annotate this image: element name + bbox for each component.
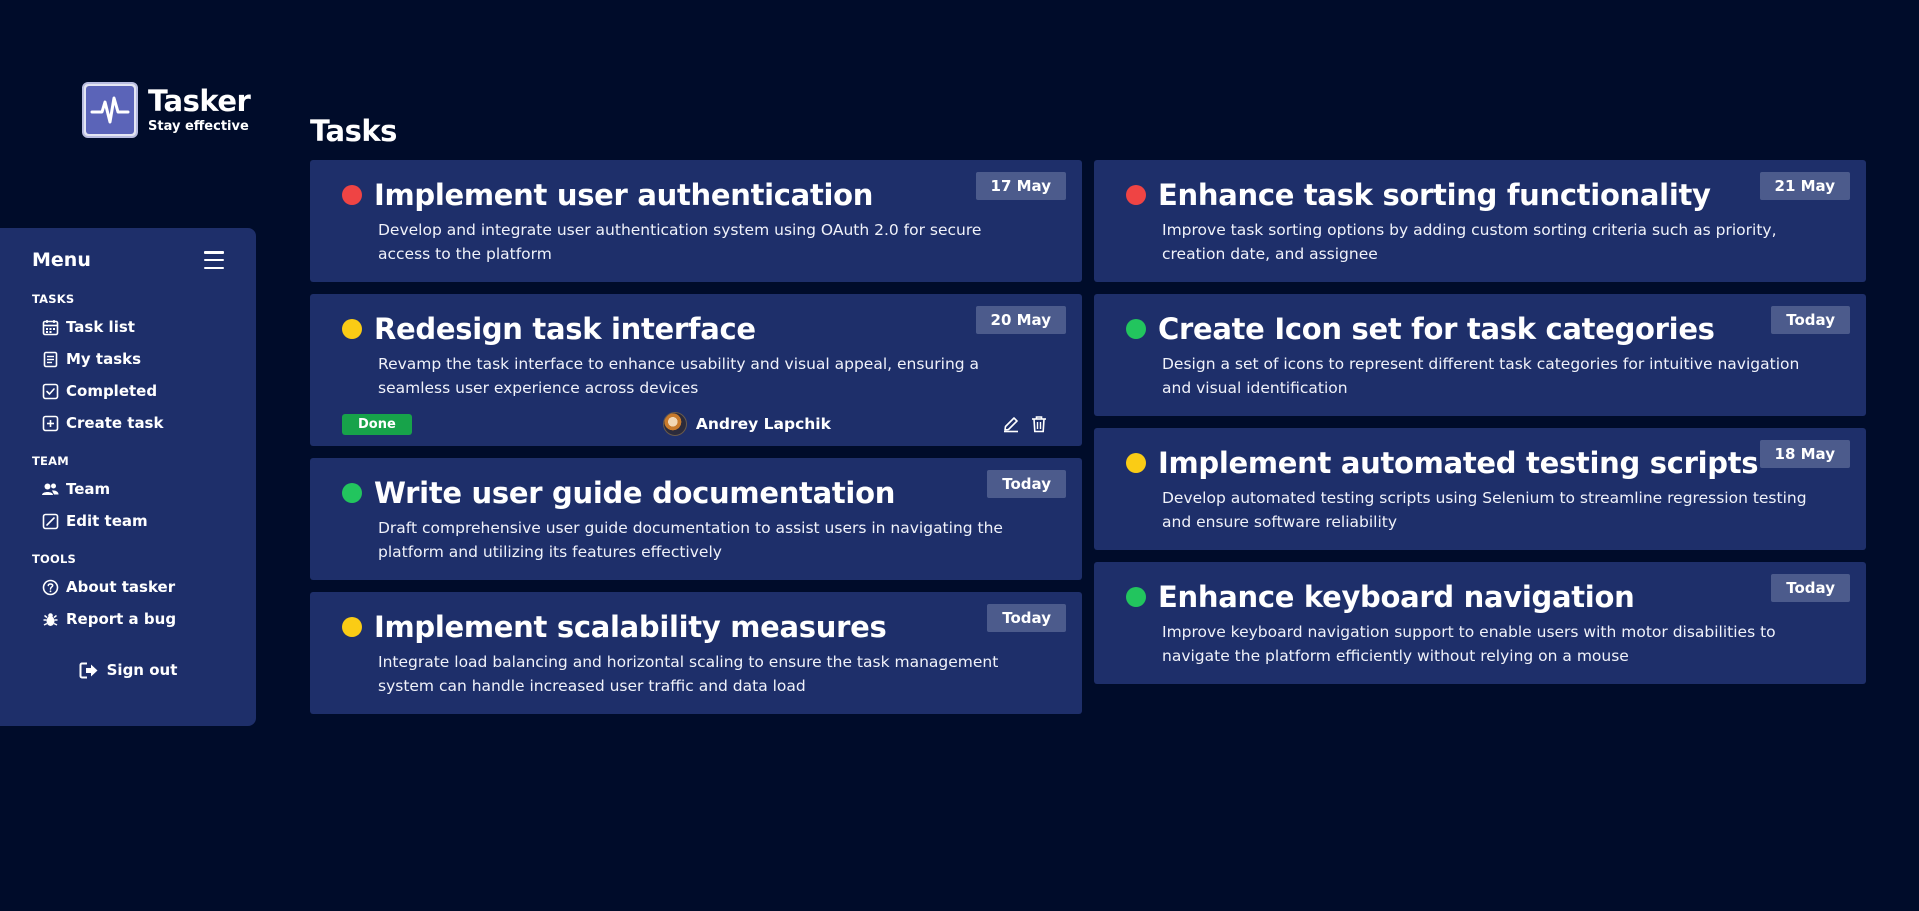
task-card[interactable]: Write user guide documentation Draft com… [310,458,1082,580]
sidebar-item-label: Report a bug [66,610,177,628]
page-title: Tasks [310,114,397,148]
bug-icon [41,610,59,628]
sign-out-button[interactable]: Sign out [0,661,256,679]
task-title: Implement automated testing scripts [1158,446,1759,480]
sign-out-label: Sign out [106,661,178,679]
sidebar-item-edit-team[interactable]: Edit team [32,505,224,537]
sidebar-item-label: Team [66,480,111,498]
assignee-name: Andrey Lapchik [695,415,831,433]
document-icon [41,350,59,368]
sidebar-section-tasks: TASKS Task list My tasks Completed Creat… [32,292,224,439]
date-badge: 21 May [1759,172,1850,200]
task-description: Design a set of icons to represent diffe… [1162,355,1800,397]
logo[interactable]: Tasker Stay effective [82,82,251,138]
edit-square-icon [41,512,59,530]
sidebar-item-completed[interactable]: Completed [32,375,224,407]
sidebar-item-team[interactable]: Team [32,473,224,505]
date-badge: 20 May [975,306,1066,334]
date-badge: Today [1771,574,1850,602]
sidebar-item-label: Task list [66,318,135,336]
plus-square-icon [41,414,59,432]
date-badge: Today [1771,306,1850,334]
avatar [662,412,687,436]
check-square-icon [41,382,59,400]
date-badge: Today [987,470,1066,498]
task-description: Develop automated testing scripts using … [1162,489,1807,531]
task-title: Write user guide documentation [374,476,896,510]
task-description: Revamp the task interface to enhance usa… [378,355,980,397]
date-badge: 17 May [975,172,1066,200]
pulse-logo-icon [82,82,138,138]
task-title: Create Icon set for task categories [1158,312,1715,346]
hamburger-menu-icon[interactable] [204,251,224,269]
task-card[interactable]: Implement user authentication Develop an… [310,160,1082,282]
task-description: Improve keyboard navigation support to e… [1162,623,1776,665]
task-description: Improve task sorting options by adding c… [1162,221,1777,263]
sidebar-item-report-bug[interactable]: Report a bug [32,603,224,635]
task-card[interactable]: Implement scalability measures Integrate… [310,592,1082,714]
task-description: Draft comprehensive user guide documenta… [378,519,1003,561]
priority-dot [1126,185,1146,205]
assignee: Andrey Lapchik [662,412,831,436]
task-card-expanded[interactable]: Redesign task interface Revamp the task … [310,294,1082,446]
task-card[interactable]: Implement automated testing scripts Deve… [1094,428,1866,550]
task-card[interactable]: Create Icon set for task categories Desi… [1094,294,1866,416]
sidebar-item-create-task[interactable]: Create task [32,407,224,439]
done-status-button[interactable]: Done [342,413,412,435]
task-column-right: Enhance task sorting functionality Impro… [1094,160,1866,684]
section-label: TASKS [32,292,75,306]
priority-dot [342,617,362,637]
task-title: Enhance task sorting functionality [1158,178,1711,212]
sidebar-item-label: Edit team [66,512,148,530]
sidebar-section-tools: TOOLS About tasker Report a bug [32,552,224,635]
task-column-left: Implement user authentication Develop an… [310,160,1082,714]
sign-out-icon [79,661,99,679]
priority-dot [1126,319,1146,339]
date-badge: 18 May [1759,440,1850,468]
priority-dot [1126,453,1146,473]
app-name: Tasker [148,83,251,118]
task-card[interactable]: Enhance keyboard navigation Improve keyb… [1094,562,1866,684]
app-root: Tasker Stay effective Menu TASKS Task li… [0,0,1919,911]
section-label: TEAM [32,454,69,468]
task-description: Develop and integrate user authenticatio… [378,221,982,263]
users-icon [41,480,59,498]
task-footer: Done Andrey Lapchik [342,412,1058,436]
priority-dot [342,185,362,205]
task-title: Redesign task interface [374,312,756,346]
sidebar: Menu TASKS Task list My tasks Completed … [0,228,256,726]
date-badge: Today [987,604,1066,632]
task-card[interactable]: Enhance task sorting functionality Impro… [1094,160,1866,282]
sidebar-section-team: TEAM Team Edit team [32,454,224,537]
sidebar-item-task-list[interactable]: Task list [32,311,224,343]
priority-dot [342,319,362,339]
sidebar-item-label: Completed [66,382,158,400]
task-description: Integrate load balancing and horizontal … [378,653,999,695]
task-title: Implement user authentication [374,178,874,212]
app-tagline: Stay effective [148,118,249,134]
sidebar-item-label: My tasks [66,350,142,368]
calendar-icon [41,318,59,336]
task-title: Enhance keyboard navigation [1158,580,1635,614]
question-circle-icon [41,578,59,596]
sidebar-item-my-tasks[interactable]: My tasks [32,343,224,375]
priority-dot [342,483,362,503]
task-title: Implement scalability measures [374,610,887,644]
menu-title: Menu [32,249,91,271]
sidebar-item-label: Create task [66,414,164,432]
section-label: TOOLS [32,552,77,566]
trash-icon[interactable] [1030,415,1048,433]
priority-dot [1126,587,1146,607]
sidebar-item-label: About tasker [66,578,176,596]
sidebar-item-about-tasker[interactable]: About tasker [32,571,224,603]
edit-pencil-icon[interactable] [1002,415,1020,433]
